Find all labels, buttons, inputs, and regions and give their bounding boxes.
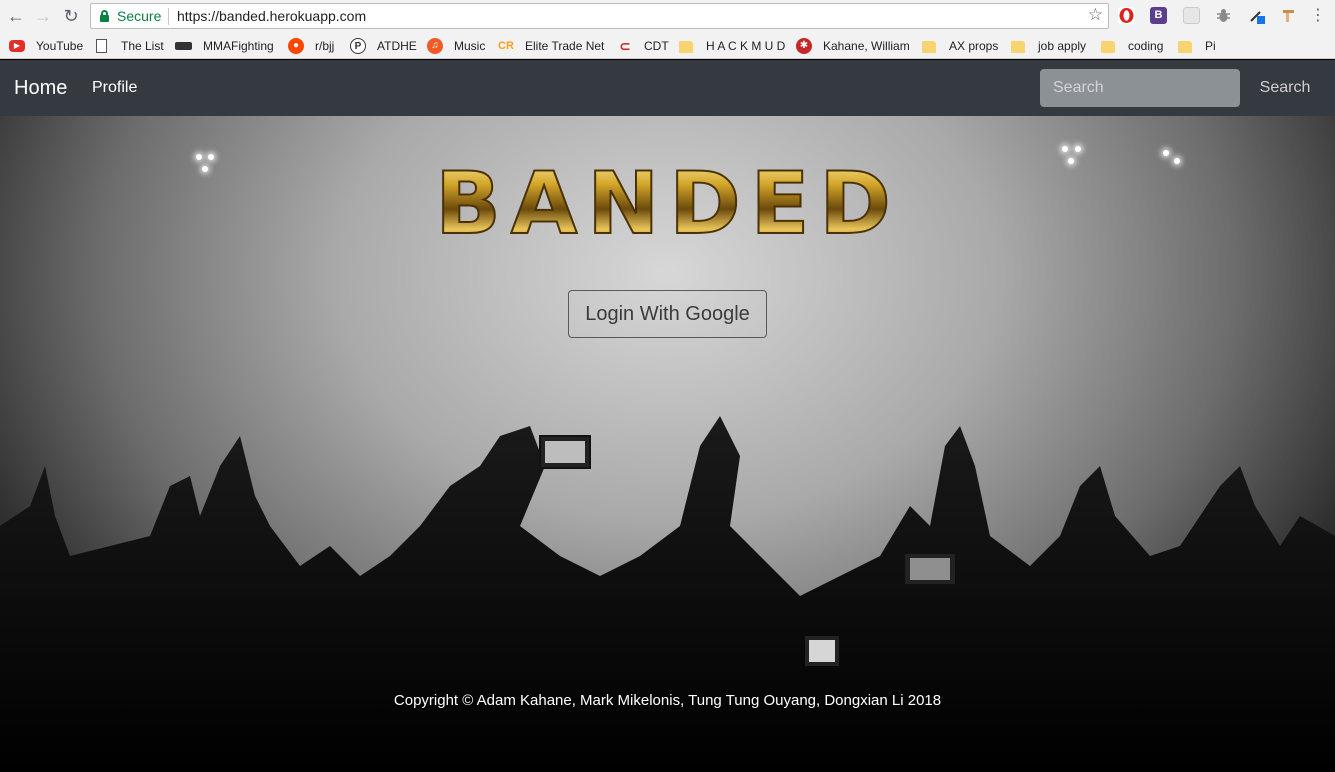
secure-label: Secure (117, 8, 162, 24)
bookmark-label: ATDHE (377, 39, 417, 53)
bookmark-label: job apply (1038, 39, 1087, 53)
bookmark-elite-trade-net[interactable]: CR Elite Trade Net (498, 36, 604, 56)
stage-light (1075, 146, 1081, 152)
search-button[interactable]: Search (1246, 69, 1324, 107)
address-divider (168, 8, 169, 25)
folder-icon (922, 40, 936, 53)
login-with-google-button[interactable]: Login With Google (568, 290, 767, 338)
stage-light (1062, 146, 1068, 152)
bookmark-hackmud[interactable]: H A C K M U D (679, 36, 785, 56)
stage-light (196, 154, 202, 160)
page-icon (96, 39, 107, 53)
crowd-silhouette (0, 416, 1335, 772)
search-input[interactable] (1040, 69, 1240, 107)
menu-icon[interactable]: ⋮ (1308, 6, 1328, 26)
bookmark-kahane-william[interactable]: ✱ Kahane, William (796, 36, 910, 56)
pin-extension-icon[interactable] (1280, 7, 1297, 24)
bookmark-label: coding (1128, 39, 1164, 53)
bookmark-job-apply[interactable]: job apply (1011, 36, 1086, 56)
bookmark-label: MMAFighting (203, 39, 274, 53)
bookmark-atdhe[interactable]: P ATDHE (350, 36, 417, 56)
back-arrow-icon[interactable]: ← (6, 6, 26, 26)
kahane-icon: ✱ (796, 38, 812, 54)
bookmark-label: CDT (644, 39, 669, 53)
bookmark-label: The List (121, 39, 164, 53)
bookmark-rbjj[interactable]: ● r/bjj (288, 36, 334, 56)
bookmarks-bar: ▶ YouTube The List MMAFighting ● r/bjj P… (0, 33, 1335, 59)
folder-icon (1101, 40, 1115, 53)
eyedropper-extension-icon[interactable] (1248, 7, 1265, 24)
bookmark-label: Elite Trade Net (525, 39, 605, 53)
bootstrap-extension-icon[interactable]: B (1150, 7, 1167, 24)
folder-icon (1178, 40, 1192, 53)
lock-icon (100, 10, 109, 22)
bookmark-star-icon[interactable]: ☆ (1088, 5, 1103, 25)
home-link[interactable]: Home (14, 77, 67, 100)
navbar: Home Profile Search (0, 60, 1335, 116)
web-page: Home Profile Search BANDED (0, 60, 1335, 772)
bookmark-coding[interactable]: coding (1101, 36, 1163, 56)
mmafighting-icon (175, 42, 192, 50)
logo-text: BANDED (435, 157, 901, 247)
bookmark-youtube[interactable]: ▶ YouTube (9, 36, 83, 56)
bookmark-label: Pi (1205, 39, 1216, 53)
stage-light (1163, 150, 1169, 156)
stage-light (208, 154, 214, 160)
reload-icon[interactable]: ↻ (61, 6, 81, 26)
profile-link[interactable]: Profile (92, 79, 137, 97)
cdt-icon: ⊂ (619, 38, 631, 54)
bookmark-music[interactable]: ♫ Music (427, 36, 485, 56)
bookmark-label: AX props (949, 39, 999, 53)
bookmark-cdt[interactable]: ⊂ CDT (617, 36, 669, 56)
folder-icon (679, 40, 693, 53)
browser-toolbar: ← → ↻ Secure https://banded.herokuapp.co… (0, 0, 1335, 33)
grid-extension-icon[interactable] (1183, 7, 1200, 24)
bookmark-pi[interactable]: Pi (1178, 36, 1216, 56)
music-icon: ♫ (427, 38, 443, 54)
bookmark-label: H A C K M U D (706, 39, 786, 53)
bookmark-label: r/bjj (315, 39, 335, 53)
elite-trade-icon: CR (498, 40, 514, 52)
pirate-icon: P (350, 38, 366, 54)
youtube-icon: ▶ (9, 40, 25, 52)
address-bar[interactable]: Secure https://banded.herokuapp.com ☆ (90, 3, 1109, 29)
url-text[interactable]: https://banded.herokuapp.com (177, 8, 366, 24)
bookmark-label: Kahane, William (823, 39, 910, 53)
stage-light (202, 166, 208, 172)
bookmark-label: Music (454, 39, 486, 53)
bookmark-the-list[interactable]: The List (96, 36, 164, 56)
forward-arrow-icon[interactable]: → (33, 6, 53, 26)
hero-section: BANDED Login With Google Copyright © Ada… (0, 116, 1335, 772)
bug-extension-icon[interactable] (1215, 7, 1232, 24)
stage-light (1174, 158, 1180, 164)
opera-extension-icon[interactable] (1118, 7, 1135, 24)
reddit-icon: ● (288, 38, 304, 54)
bookmark-label: YouTube (36, 39, 84, 53)
stage-light (1068, 158, 1074, 164)
folder-icon (1011, 40, 1025, 53)
bookmark-mmafighting[interactable]: MMAFighting (175, 36, 274, 56)
bookmark-ax-props[interactable]: AX props (922, 36, 998, 56)
banded-logo: BANDED (434, 157, 901, 247)
footer-copyright: Copyright © Adam Kahane, Mark Mikelonis,… (393, 692, 942, 709)
